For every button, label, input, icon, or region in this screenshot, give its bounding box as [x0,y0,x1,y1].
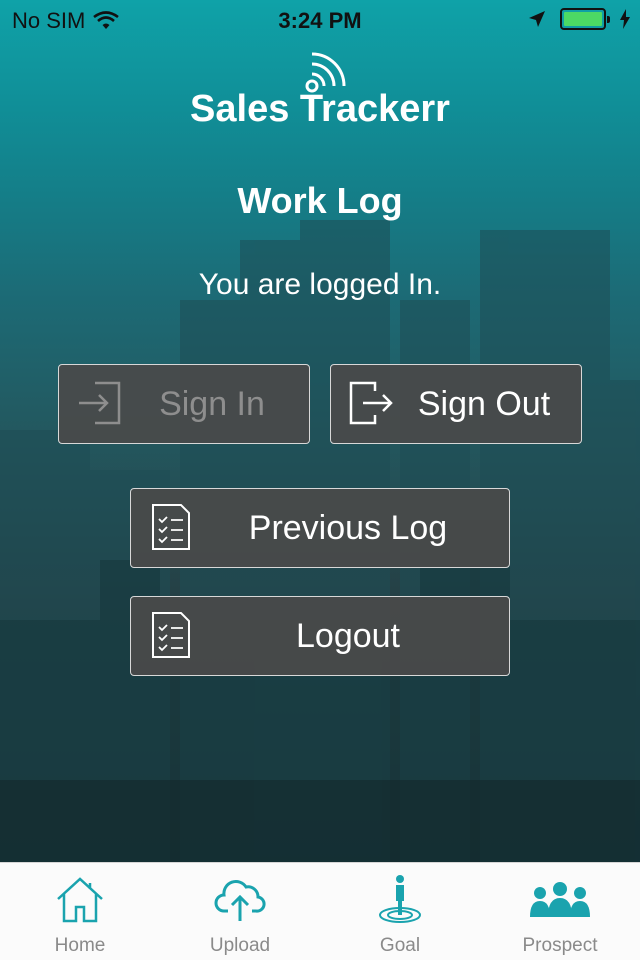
cloud-upload-icon [214,880,266,921]
charging-bolt-icon [620,9,630,29]
sign-out-icon [349,381,393,425]
background-screen: No SIM 3:24 PM Sales Trackerr Work Log Y… [0,0,640,862]
checklist-icon [152,612,190,658]
sign-in-icon [79,381,121,425]
page-title: Work Log [237,180,403,221]
tab-prospect-label: Prospect [522,935,598,956]
previous-log-button[interactable]: Previous Log [130,488,510,568]
home-icon [57,877,103,923]
sign-out-button[interactable]: Sign Out [330,364,582,444]
tab-goal[interactable]: Goal [320,863,480,960]
tab-goal-label: Goal [379,935,421,956]
status-bar: No SIM 3:24 PM [0,0,640,40]
sign-in-button[interactable]: Sign In [58,364,310,444]
tab-home-label: Home [54,935,106,956]
tab-upload-label: Upload [209,935,271,956]
app-logo-title: Sales Trackerr [190,88,450,130]
logout-button[interactable]: Logout [130,596,510,676]
tab-home[interactable]: Home [0,863,160,960]
tab-prospect[interactable]: Prospect [480,863,640,960]
tab-upload[interactable]: Upload [160,863,320,960]
location-arrow-icon [529,11,545,27]
tab-bar: Home Upload Goal Prospect [0,862,640,960]
goal-icon [379,875,421,923]
prospect-group-icon [530,882,590,917]
battery-icon [560,8,610,30]
checklist-icon [152,504,190,550]
login-status-message: You are logged In. [198,268,442,301]
